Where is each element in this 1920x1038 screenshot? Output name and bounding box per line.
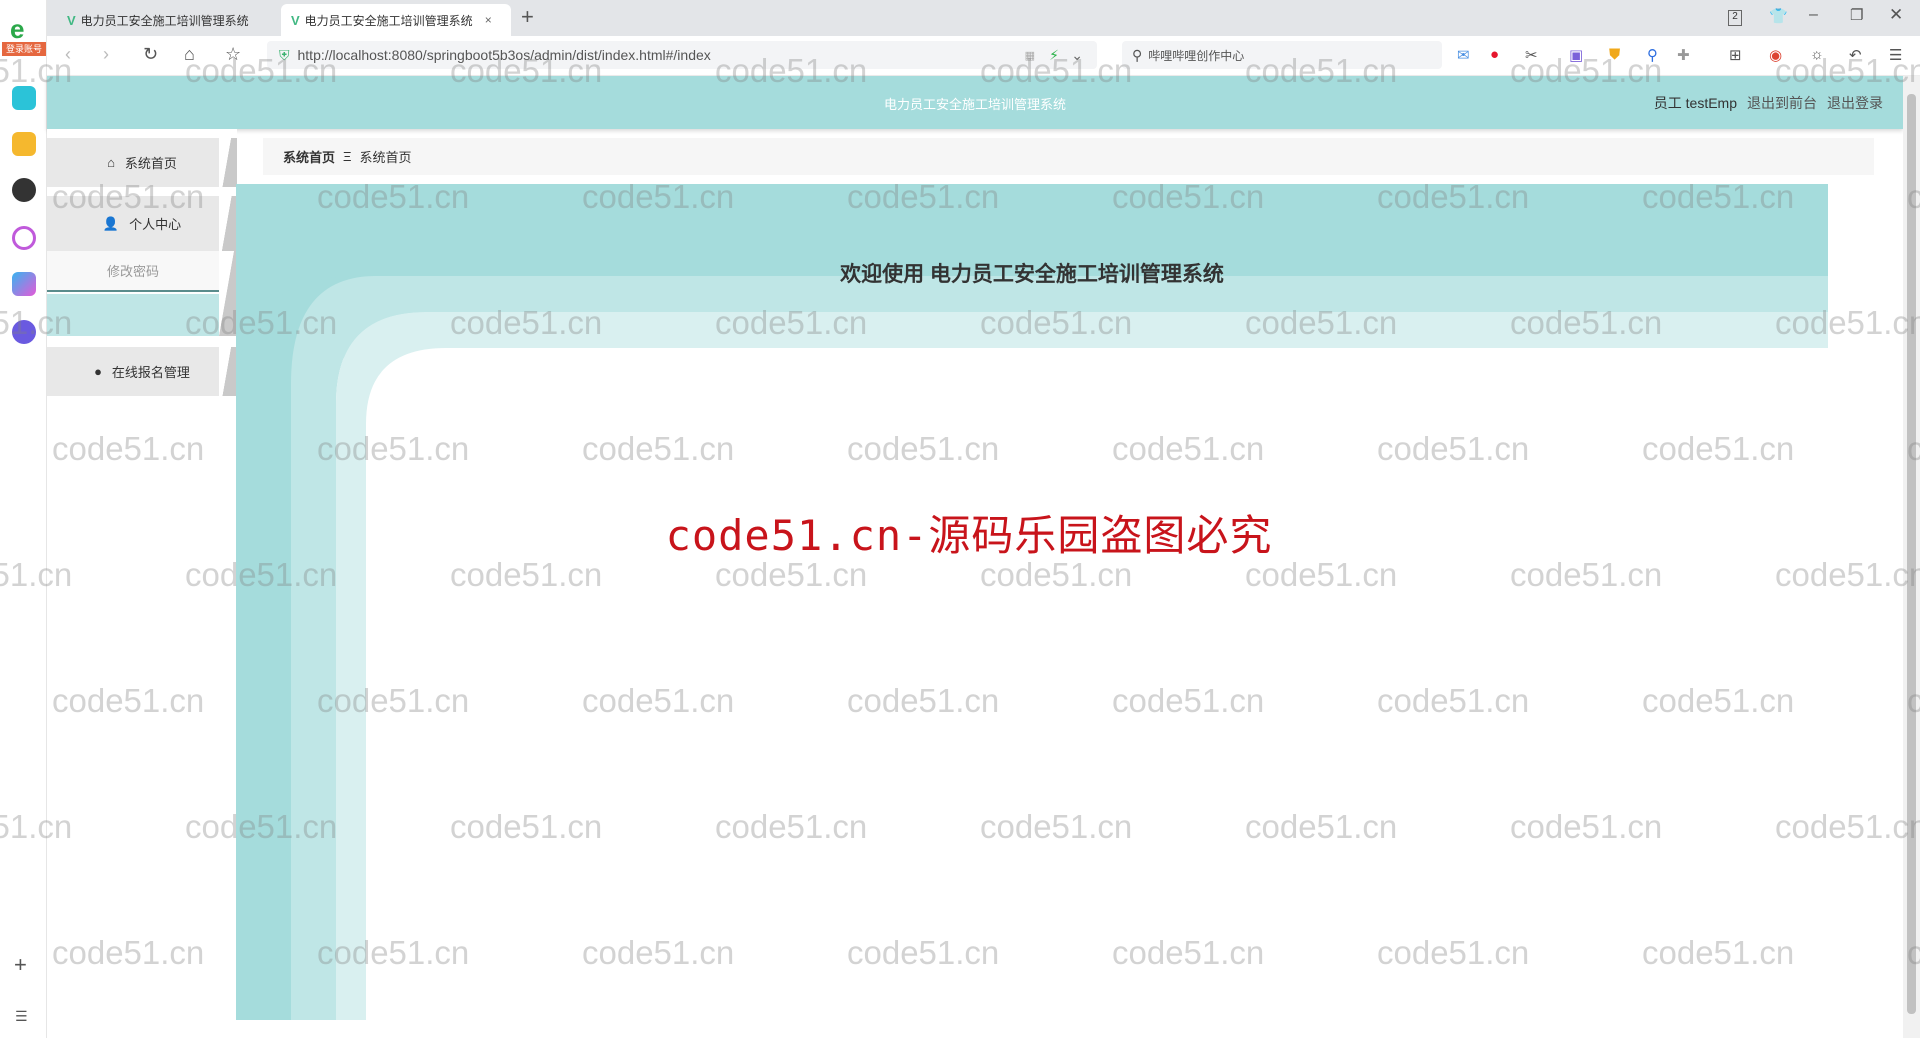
vue-icon: V [291,12,300,28]
bulb-icon: ● [94,364,102,379]
browser-side-panel: e 登录账号 + ☰ [0,0,47,1038]
sidebar-item-home[interactable]: ⌂ 系统首页 [47,138,237,187]
address-toolbar: ‹ › ↻ ⌂ ☆ ⛨ http://localhost:8080/spring… [47,36,1920,76]
menu-icon[interactable]: ☰ [1889,46,1902,64]
copyright-notice: code51.cn-源码乐园盗图必究 [665,511,1273,560]
sidebar-item-label: 个人中心 [129,217,182,232]
skin-icon[interactable]: 👕 [1769,7,1788,25]
ai-assistant-icon[interactable] [12,226,36,250]
list-icon[interactable]: ☰ [15,1008,28,1025]
extensions-icon[interactable]: ✚ [1677,46,1690,64]
browser-logo-icon[interactable]: e [10,14,24,45]
qr-icon[interactable]: ▦ [1025,49,1035,62]
reload-icon[interactable]: ↻ [143,44,158,65]
forward-icon[interactable]: › [103,44,109,65]
breadcrumb-separator: Ξ [343,149,352,164]
sidebar-menu: ⌂ 系统首页 👤 个人中心 修改密码 ● 在线报名管理 [47,129,237,1038]
undo-icon[interactable]: ↶ [1849,46,1862,64]
breadcrumb-current: 系统首页 [359,150,412,165]
home-icon: ⌂ [107,155,115,170]
favorites-star-icon[interactable] [12,132,36,156]
sidebar-item-profile[interactable]: 👤 个人中心 [47,196,237,251]
sidebar-item-label: 系统首页 [124,156,177,171]
tab-active[interactable]: V 电力员工安全施工培训管理系统 × [281,4,511,36]
weibo-icon[interactable]: ● [1490,46,1499,63]
chat-icon[interactable] [12,320,36,344]
translate-icon[interactable]: ▣ [1569,46,1583,64]
window-count[interactable]: 2 [1728,10,1742,26]
url-text[interactable]: http://localhost:8080/springboot5b3os/ad… [298,47,711,63]
welcome-title: 欢迎使用 电力员工安全施工培训管理系统 [840,263,1224,286]
url-bar[interactable]: ⛨ http://localhost:8080/springboot5b3os/… [267,41,1097,69]
user-icon: 👤 [102,215,120,231]
home-icon[interactable]: ⌂ [184,44,195,65]
close-tab-icon[interactable]: × [485,13,492,27]
chevron-down-icon[interactable]: ⌄ [1071,47,1083,64]
tab-title: 电力员工安全施工培训管理系统 [80,13,249,28]
secure-shield-icon: ⛨ [279,46,290,63]
shield-icon[interactable]: ⛊ [1609,46,1620,63]
vue-icon: V [67,12,76,28]
sidebar-subitem-change-password[interactable]: 修改密码 [47,251,219,292]
app-title: 电力员工安全施工培训管理系统 [883,97,1066,112]
close-window-icon[interactable]: ✕ [1889,5,1903,25]
search-icon: ⚲ [1132,46,1143,63]
new-tab-button[interactable]: + [521,4,534,30]
ai-icon[interactable] [12,272,36,296]
logout-link[interactable]: 退出登录 [1827,93,1883,113]
tab-inactive[interactable]: V 电力员工安全施工培训管理系统 [57,4,259,36]
brightness-icon[interactable]: ☼ [1810,46,1824,63]
bot-icon[interactable] [12,178,36,202]
lightning-icon[interactable]: ⚡ [1049,47,1059,64]
sidebar-item-registration[interactable]: ● 在线报名管理 [47,347,237,396]
submenu-highlight [47,294,219,336]
back-icon[interactable]: ‹ [65,44,71,65]
login-badge[interactable]: 登录账号 [2,42,46,56]
tab-bar: V 电力员工安全施工培训管理系统 V 电力员工安全施工培训管理系统 × + 2 👕 –… [47,0,1920,36]
bookmark-star-icon[interactable]: ☆ [225,44,241,65]
banner-curve-decoration [236,184,1828,1020]
restore-icon[interactable]: ❐ [1850,6,1863,24]
breadcrumb: 系统首页 Ξ 系统首页 [263,138,1874,175]
scissors-icon[interactable]: ✂ [1525,46,1538,64]
grid-icon[interactable]: ⊞ [1729,46,1742,64]
current-user: 员工 testEmp [1653,95,1737,111]
app-icon[interactable] [12,86,36,110]
page-scrollbar[interactable] [1903,76,1920,1038]
tab-title: 电力员工安全施工培训管理系统 [304,13,473,28]
add-icon[interactable]: + [14,952,27,978]
exit-to-front-link[interactable]: 退出到前台 [1747,93,1817,113]
magnifier-icon[interactable]: ⚲ [1647,46,1658,64]
sidebar-item-label: 在线报名管理 [111,365,190,380]
color-ai-icon[interactable]: ◉ [1769,46,1782,64]
search-placeholder: 哔哩哔哩创作中心 [1148,48,1245,63]
breadcrumb-root[interactable]: 系统首页 [283,147,335,166]
minimize-icon[interactable]: – [1809,6,1818,24]
app-header: 电力员工安全施工培训管理系统 员工 testEmp 退出到前台 退出登录 [47,76,1903,129]
search-input[interactable]: ⚲ 哔哩哔哩创作中心 [1122,41,1442,69]
scrollbar-thumb[interactable] [1907,94,1916,1014]
mail-icon[interactable]: ✉ [1457,46,1470,64]
sidebar-item-label: 修改密码 [106,264,159,279]
slant-decoration [219,251,237,336]
